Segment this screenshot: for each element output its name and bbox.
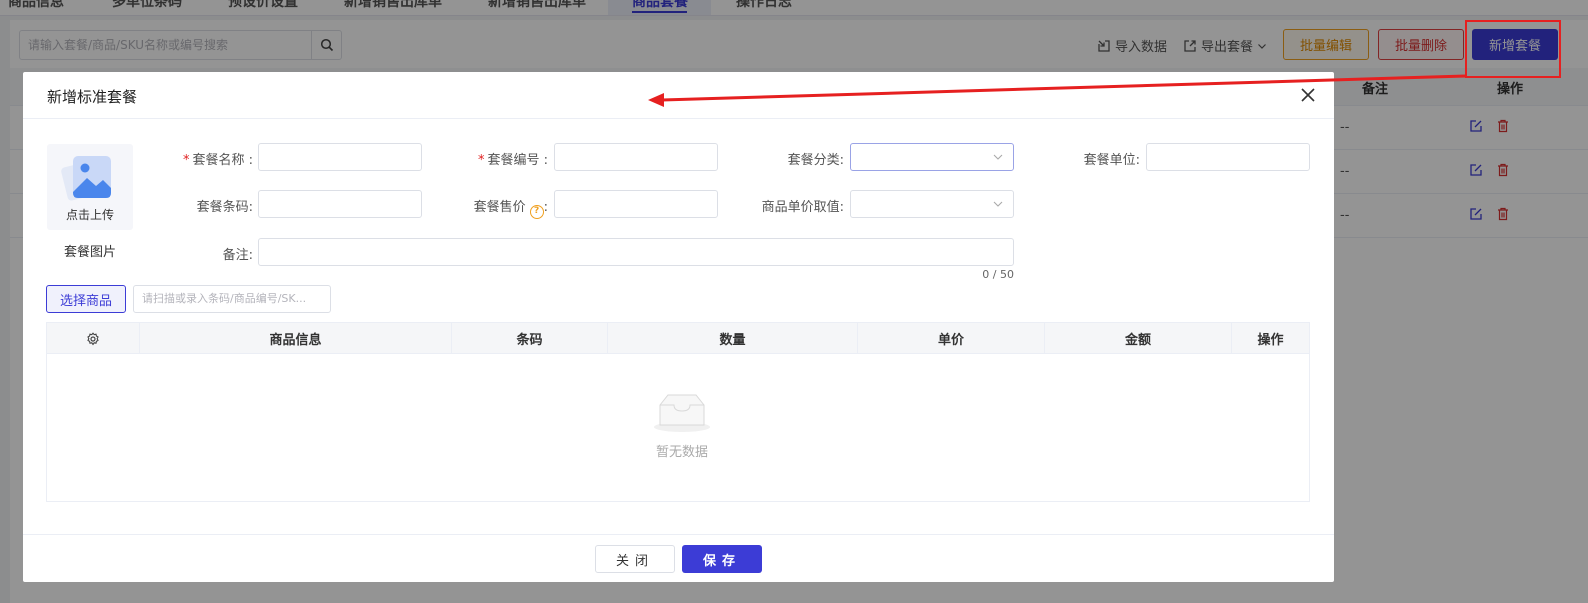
- dialog-footer: 关闭 保存: [23, 534, 1334, 582]
- column-settings[interactable]: [47, 323, 140, 354]
- chevron-down-icon: [993, 154, 1003, 160]
- add-standard-package-dialog: 新增标准套餐 点击上传 套餐图片 * 套餐名称 : * 套餐编号 : 套餐分类: 套…: [23, 72, 1334, 582]
- package-name-label: * 套餐名称 :: [182, 153, 253, 168]
- close-button[interactable]: 关闭: [595, 545, 675, 573]
- column-goods-info: 商品信息: [140, 323, 452, 354]
- dialog-header: 新增标准套餐: [23, 72, 1334, 119]
- package-price-input[interactable]: [554, 190, 718, 218]
- column-amount: 金额: [1045, 323, 1232, 354]
- remark-input[interactable]: [258, 238, 1014, 266]
- column-barcode: 条码: [452, 323, 608, 354]
- empty-box-icon: [654, 394, 710, 432]
- unit-price-source-label: 商品单价取值:: [761, 200, 844, 215]
- gear-icon: [87, 331, 99, 345]
- dialog-title: 新增标准套餐: [47, 88, 138, 106]
- package-image-upload[interactable]: 点击上传: [47, 144, 133, 230]
- package-barcode-label: 套餐条码:: [196, 200, 253, 215]
- package-image-label: 套餐图片: [63, 245, 116, 260]
- column-unit-price: 单价: [858, 323, 1045, 354]
- select-goods-button[interactable]: 选择商品: [46, 285, 126, 313]
- column-operation: 操作: [1257, 333, 1284, 348]
- package-category-label: 套餐分类:: [787, 153, 844, 168]
- annotation-highlight-box: [1465, 20, 1561, 78]
- remark-label: 备注:: [222, 248, 253, 263]
- package-unit-label: 套餐单位:: [1083, 153, 1140, 168]
- save-button[interactable]: 保存: [682, 545, 762, 573]
- help-icon[interactable]: ?: [529, 205, 544, 219]
- package-category-select[interactable]: [850, 143, 1014, 171]
- image-placeholder-icon: [61, 156, 111, 201]
- package-code-input[interactable]: [554, 143, 718, 171]
- close-icon[interactable]: [1298, 85, 1318, 105]
- chevron-down-icon: [993, 201, 1003, 207]
- package-code-label: * 套餐编号 :: [477, 153, 548, 168]
- barcode-scan-input[interactable]: 请扫描或录入条码/商品编号/SK...: [133, 285, 331, 313]
- upload-text: 点击上传: [65, 208, 114, 222]
- goods-table: 商品信息 条码 数量 单价 金额 操作 暂无数据: [46, 322, 1310, 502]
- package-price-label: 套餐售价?:: [448, 196, 548, 219]
- goods-table-header: 商品信息 条码 数量 单价 金额 操作: [47, 323, 1309, 354]
- package-name-input[interactable]: [258, 143, 422, 171]
- column-quantity: 数量: [608, 323, 858, 354]
- unit-price-source-select[interactable]: [850, 190, 1014, 218]
- remark-char-counter: 0 / 50: [982, 268, 1014, 281]
- package-unit-input[interactable]: [1146, 143, 1310, 171]
- package-barcode-input[interactable]: [258, 190, 422, 218]
- empty-state-text: 暂无数据: [655, 445, 708, 460]
